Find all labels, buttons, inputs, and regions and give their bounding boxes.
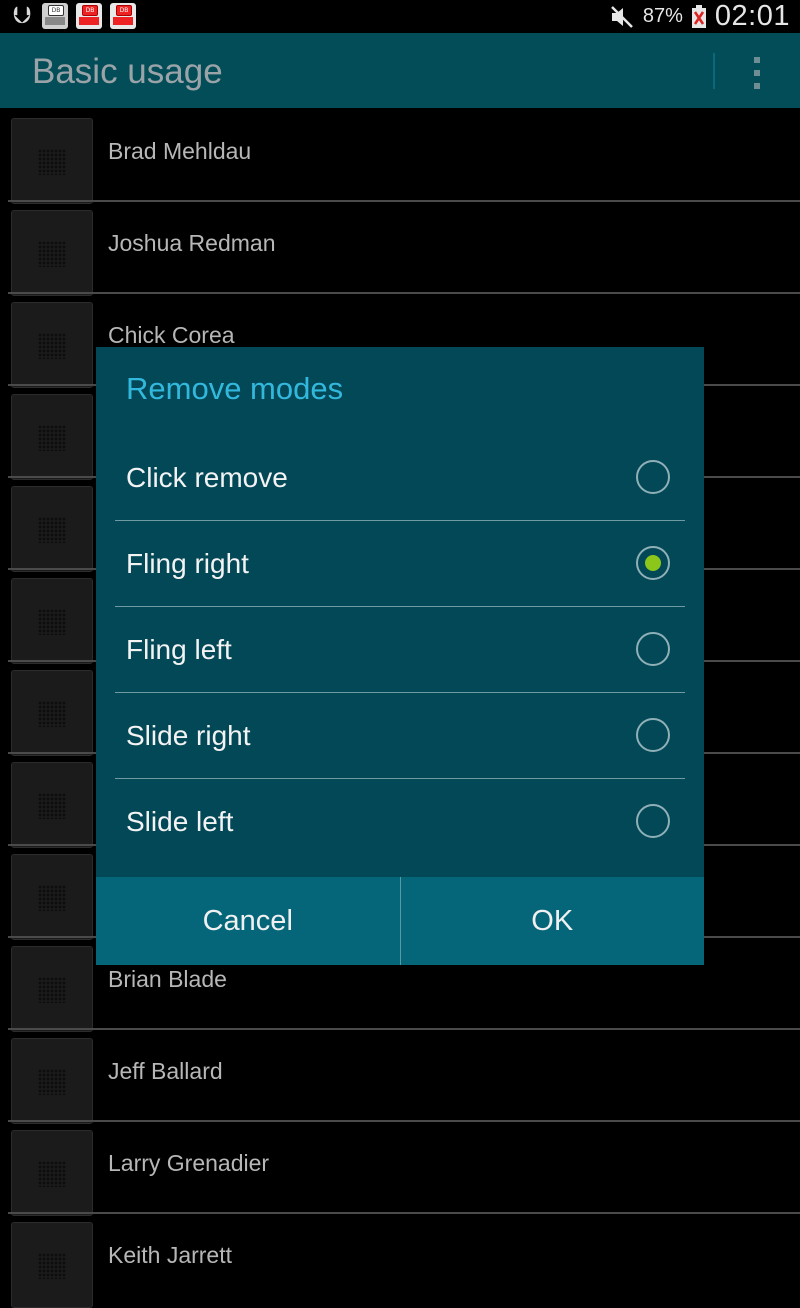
drag-handle-icon[interactable]	[11, 854, 93, 940]
radio-button[interactable]	[636, 460, 670, 494]
radio-button[interactable]	[636, 804, 670, 838]
option-slide-left[interactable]: Slide left	[115, 779, 685, 865]
list-item-label: Brian Blade	[108, 966, 227, 992]
drag-handle-icon[interactable]	[11, 762, 93, 848]
list-item[interactable]: Keith Jarrett	[0, 1212, 800, 1308]
app-notification-icon: DB	[76, 3, 102, 29]
dialog-buttons: Cancel OK	[96, 877, 704, 965]
option-slide-right[interactable]: Slide right	[115, 693, 685, 779]
radio-button[interactable]	[636, 632, 670, 666]
list-item[interactable]: Brad Mehldau	[0, 108, 800, 204]
drag-handle-icon[interactable]	[11, 578, 93, 664]
drag-handle-icon[interactable]	[11, 1038, 93, 1124]
status-bar: ⮋ DB DB DB 87% 02:01	[0, 0, 800, 33]
list-item[interactable]: Joshua Redman	[0, 200, 800, 296]
option-label: Fling left	[126, 634, 232, 665]
option-fling-left[interactable]: Fling left	[115, 607, 685, 693]
notification-icons: ⮋ DB DB DB	[10, 3, 136, 29]
drag-handle-icon[interactable]	[11, 394, 93, 480]
remove-modes-dialog: Remove modes Click remove Fling right Fl…	[96, 347, 704, 965]
cancel-button[interactable]: Cancel	[96, 877, 400, 965]
page-title: Basic usage	[32, 52, 223, 91]
list-item-label: Larry Grenadier	[108, 1150, 270, 1176]
option-fling-right[interactable]: Fling right	[115, 521, 685, 607]
drag-handle-icon[interactable]	[11, 118, 93, 204]
battery-icon	[691, 4, 706, 28]
drag-handle-icon[interactable]	[11, 1130, 93, 1216]
option-label: Click remove	[126, 462, 288, 493]
drag-handle-icon[interactable]	[11, 486, 93, 572]
mute-icon	[611, 5, 633, 28]
dialog-title: Remove modes	[126, 371, 344, 406]
drag-handle-icon[interactable]	[11, 670, 93, 756]
radio-button[interactable]	[636, 718, 670, 752]
option-click-remove[interactable]: Click remove	[115, 435, 685, 521]
app-notification-icon: DB	[42, 3, 68, 29]
list-item-label: Brad Mehldau	[108, 138, 252, 164]
option-label: Slide right	[126, 720, 251, 751]
radio-button[interactable]	[636, 546, 670, 580]
system-icons: 87% 02:01	[609, 0, 790, 33]
list-item-label: Jeff Ballard	[108, 1058, 223, 1084]
drag-handle-icon[interactable]	[11, 210, 93, 296]
list-item-label: Chick Corea	[108, 322, 235, 348]
option-label: Fling right	[126, 548, 249, 579]
clock: 02:01	[714, 0, 790, 32]
option-label: Slide left	[126, 806, 234, 837]
drag-handle-icon[interactable]	[11, 1222, 93, 1308]
drag-handle-icon[interactable]	[11, 302, 93, 388]
usb-icon: ⮋	[12, 2, 32, 29]
list-item-label: Joshua Redman	[108, 230, 276, 256]
ok-button[interactable]: OK	[401, 877, 705, 965]
list-item[interactable]: Larry Grenadier	[0, 1120, 800, 1216]
drag-handle-icon[interactable]	[11, 946, 93, 1032]
action-bar: Basic usage	[0, 33, 800, 108]
list-item-label: Keith Jarrett	[108, 1242, 232, 1268]
action-bar-divider	[713, 53, 715, 89]
battery-percent: 87%	[642, 5, 683, 27]
list-item[interactable]: Jeff Ballard	[0, 1028, 800, 1124]
app-notification-icon: DB	[110, 3, 136, 29]
overflow-menu-icon[interactable]	[747, 53, 767, 93]
